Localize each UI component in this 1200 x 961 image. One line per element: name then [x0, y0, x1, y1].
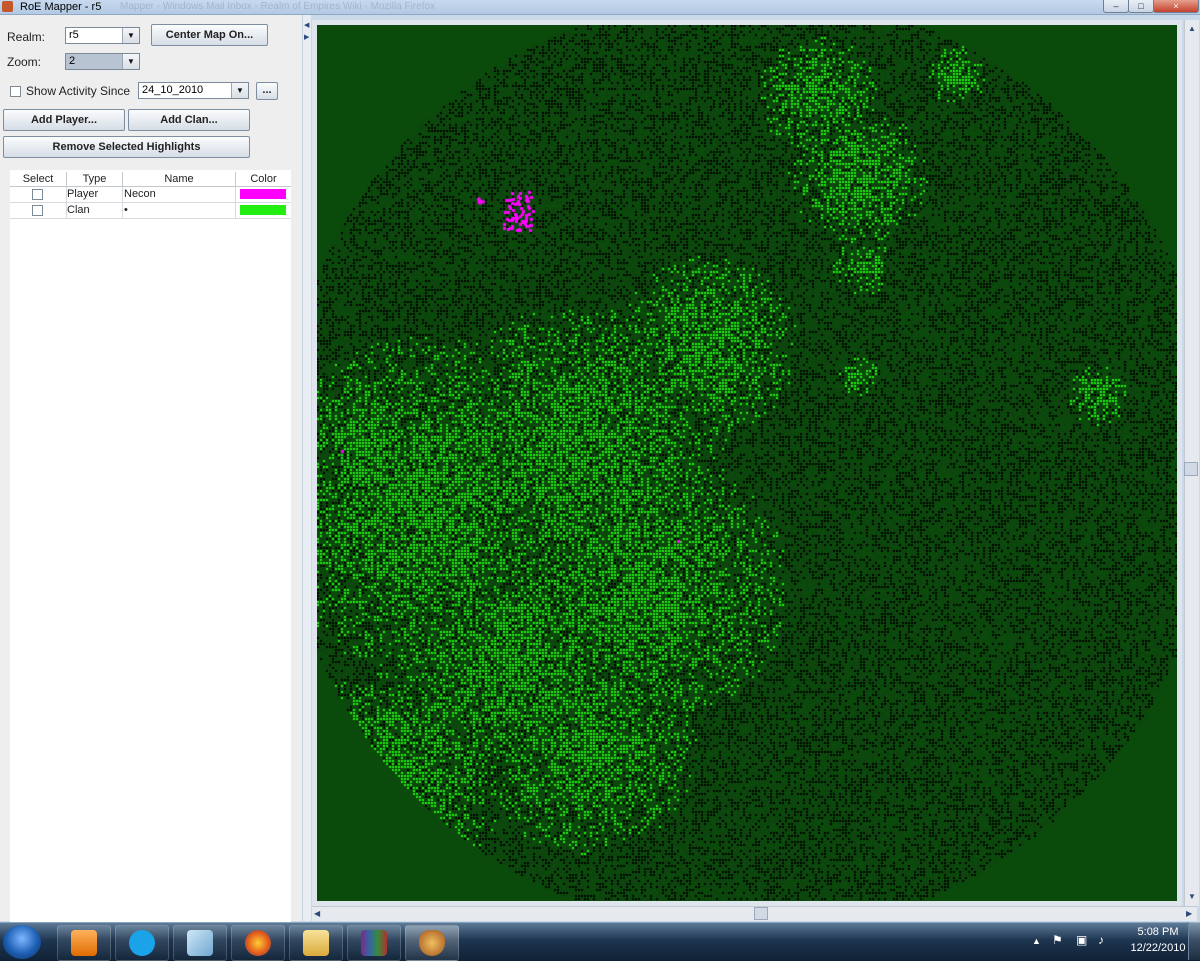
color-cell[interactable]	[236, 187, 291, 202]
taskbar-roe-mapper[interactable]	[405, 925, 459, 961]
chevron-left-icon[interactable]: ◀	[304, 21, 309, 29]
type-value: Clan	[67, 204, 90, 216]
taskbar-clock[interactable]: 5:08 PM 12/22/2010	[1118, 924, 1198, 956]
remove-highlights-button[interactable]: Remove Selected Highlights	[3, 136, 250, 158]
column-color[interactable]: Color	[236, 172, 291, 186]
column-select[interactable]: Select	[10, 172, 67, 186]
close-button[interactable]: ×	[1153, 0, 1199, 13]
type-cell: Player	[67, 187, 123, 202]
taskbar-skype[interactable]	[115, 925, 169, 961]
name-value: Necon	[124, 188, 156, 200]
table-row[interactable]: Clan •	[10, 203, 291, 219]
show-activity-checkbox[interactable]	[10, 86, 21, 97]
volume-icon[interactable]: ♪	[1098, 933, 1104, 947]
name-value: •	[124, 204, 128, 216]
realm-map-canvas[interactable]	[317, 25, 1177, 901]
color-cell[interactable]	[236, 203, 291, 218]
taskbar-notepad[interactable]	[173, 925, 227, 961]
show-hidden-icons[interactable]: ▲	[1032, 936, 1041, 946]
winrar-icon	[361, 930, 387, 956]
select-cell	[10, 203, 67, 218]
type-value: Player	[67, 188, 99, 200]
control-panel: Realm: r5 ▼ Center Map On... Zoom: 2 ▼ S…	[0, 15, 302, 922]
folder-icon	[303, 930, 329, 956]
start-button[interactable]	[3, 925, 41, 959]
color-swatch[interactable]	[240, 205, 286, 215]
network-icon[interactable]: ▣	[1076, 933, 1087, 947]
clock-date: 12/22/2010	[1130, 942, 1186, 954]
name-cell: •	[123, 203, 236, 218]
show-desktop-button[interactable]	[1188, 922, 1200, 960]
scroll-left-icon[interactable]: ◀	[314, 909, 320, 918]
horizontal-scroll-thumb[interactable]	[754, 907, 768, 920]
clock-time: 5:08 PM	[1137, 926, 1179, 938]
taskbar-explorer[interactable]	[289, 925, 343, 961]
zoom-label: Zoom:	[7, 55, 42, 69]
zoom-value: 2	[69, 55, 76, 67]
taskbar-media-player[interactable]	[57, 925, 111, 961]
add-player-button[interactable]: Add Player...	[3, 109, 125, 131]
color-swatch[interactable]	[240, 189, 286, 199]
row-select-checkbox[interactable]	[32, 205, 43, 216]
table-row[interactable]: Player Necon	[10, 187, 291, 203]
skype-icon	[129, 930, 155, 956]
scroll-up-icon[interactable]: ▲	[1188, 24, 1196, 33]
scroll-right-icon[interactable]: ▶	[1186, 909, 1192, 918]
zoom-select[interactable]: 2 ▼	[65, 53, 140, 70]
window-title: RoE Mapper - r5	[20, 1, 102, 13]
highlights-table: Select Type Name Color Player Necon Clan…	[10, 170, 291, 922]
taskbar-winrar[interactable]	[347, 925, 401, 961]
select-cell	[10, 187, 67, 202]
taskbar	[0, 922, 1200, 961]
minimize-button[interactable]: –	[1103, 0, 1129, 13]
realm-label: Realm:	[7, 30, 46, 44]
row-select-checkbox[interactable]	[32, 189, 43, 200]
scroll-down-icon[interactable]: ▼	[1188, 892, 1196, 901]
firefox-icon	[245, 930, 271, 956]
activity-date-value: 24_10_2010	[142, 84, 204, 96]
map-viewport[interactable]	[312, 20, 1182, 906]
vertical-scroll-thumb[interactable]	[1184, 462, 1198, 476]
type-cell: Clan	[67, 203, 123, 218]
center-map-button[interactable]: Center Map On...	[151, 24, 268, 46]
chevron-down-icon: ▼	[122, 54, 139, 69]
activity-date-select[interactable]: 24_10_2010 ▼	[138, 82, 249, 99]
flag-icon[interactable]: ⚑	[1052, 933, 1063, 947]
title-bar: RoE Mapper - r5 Mapper - Windows Mail In…	[0, 0, 1200, 15]
panel-splitter[interactable]: ◀ ▶	[302, 15, 311, 921]
chevron-down-icon: ▼	[122, 28, 139, 43]
taskbar-firefox[interactable]	[231, 925, 285, 961]
column-type[interactable]: Type	[67, 172, 123, 186]
show-activity-label: Show Activity Since	[26, 84, 131, 98]
add-clan-button[interactable]: Add Clan...	[128, 109, 250, 131]
media-player-icon	[71, 930, 97, 956]
roe-app-icon	[2, 1, 13, 12]
chevron-right-icon[interactable]: ▶	[304, 33, 309, 41]
notepad-icon	[187, 930, 213, 956]
table-header: Select Type Name Color	[10, 172, 291, 187]
realm-value: r5	[69, 29, 79, 41]
realm-select[interactable]: r5 ▼	[65, 27, 140, 44]
maximize-button[interactable]: □	[1128, 0, 1154, 13]
name-cell: Necon	[123, 187, 236, 202]
chevron-down-icon: ▼	[231, 83, 248, 98]
background-window-title: Mapper - Windows Mail Inbox - Realm of E…	[120, 1, 436, 12]
browse-date-button[interactable]: ...	[256, 82, 278, 100]
roe-shield-icon	[419, 930, 445, 956]
column-name[interactable]: Name	[123, 172, 236, 186]
